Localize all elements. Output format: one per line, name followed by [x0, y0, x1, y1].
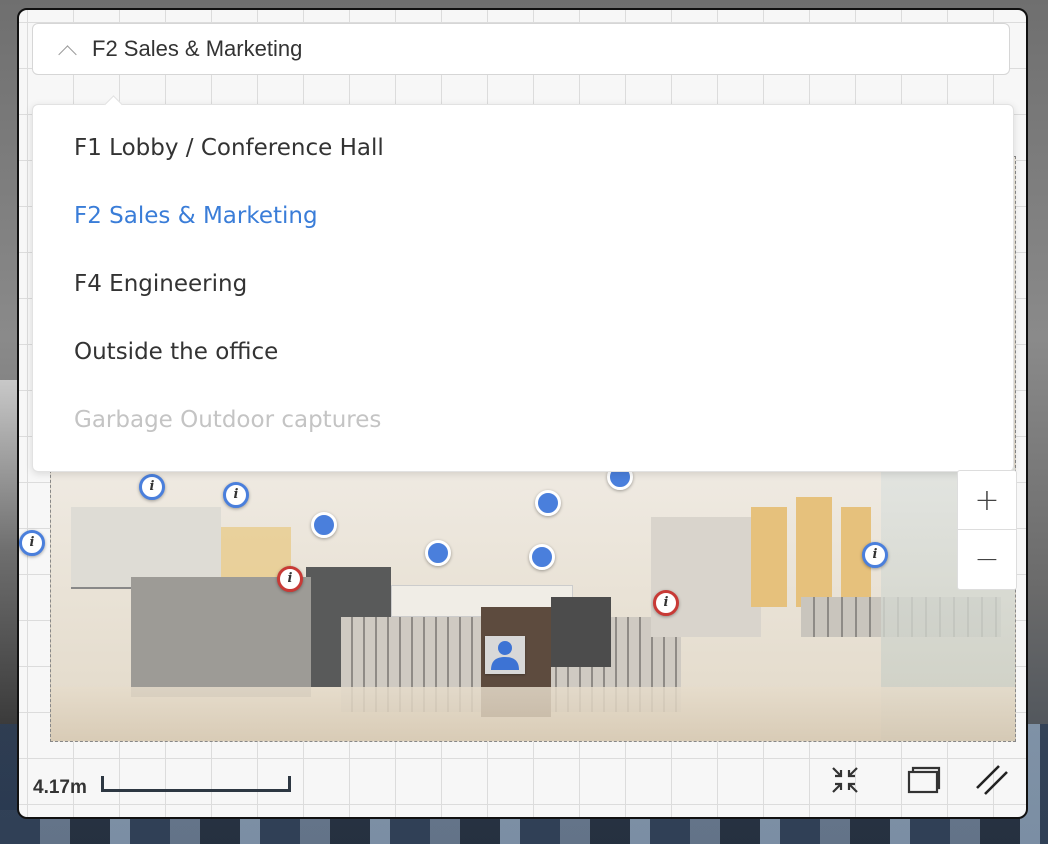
zoom-out-button[interactable]: − [958, 529, 1016, 588]
info-icon[interactable]: i [223, 482, 249, 508]
person-icon[interactable] [485, 636, 525, 674]
info-icon[interactable]: i [653, 590, 679, 616]
layers-icon[interactable] [905, 762, 941, 798]
floor-option-f1[interactable]: F1 Lobby / Conference Hall [74, 135, 384, 161]
floor-option-f2[interactable]: F2 Sales & Marketing [74, 203, 318, 229]
floor-selector-label: F2 Sales & Marketing [92, 36, 303, 61]
scale-label: 4.17m [33, 777, 87, 798]
info-icon[interactable]: i [277, 566, 303, 592]
floor-plan-scene [51, 467, 1015, 741]
zoom-controls: + − [957, 470, 1017, 590]
floor-option-outside[interactable]: Outside the office [74, 339, 278, 365]
floor-selector[interactable]: F2 Sales & Marketing [32, 23, 1010, 75]
info-icon[interactable]: i [19, 530, 45, 556]
floor-option-garbage: Garbage Outdoor captures [74, 407, 382, 433]
minimap-panel: i i i i i i + − F1 Lobby / Conference Ha… [17, 8, 1028, 819]
capture-point[interactable] [529, 544, 555, 570]
scale-bar [101, 776, 291, 792]
measure-icon[interactable] [973, 762, 1009, 798]
floor-dropdown-menu: F1 Lobby / Conference Hall F2 Sales & Ma… [32, 104, 1014, 472]
floor-option-f4[interactable]: F4 Engineering [74, 271, 247, 297]
capture-point[interactable] [535, 490, 561, 516]
chevron-up-icon [58, 44, 77, 64]
capture-point[interactable] [311, 512, 337, 538]
capture-point[interactable] [425, 540, 451, 566]
zoom-in-button[interactable]: + [958, 471, 1016, 529]
info-icon[interactable]: i [139, 474, 165, 500]
collapse-icon[interactable] [827, 762, 863, 798]
info-icon[interactable]: i [862, 542, 888, 568]
